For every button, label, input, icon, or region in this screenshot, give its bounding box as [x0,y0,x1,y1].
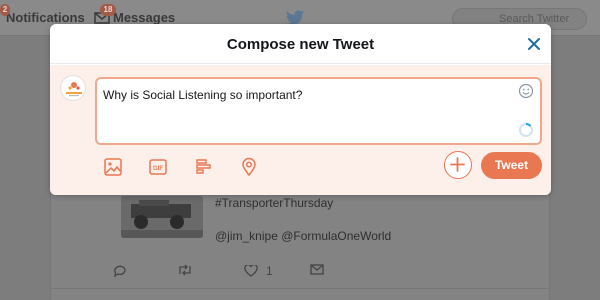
nav-notifications[interactable]: Notifications [6,10,85,25]
tweet-hashtag[interactable]: #TransporterThursday [215,196,333,210]
tweet-mentions[interactable]: @jim_knipe @FormulaOneWorld [215,229,391,243]
tweet-button[interactable]: Tweet [481,152,542,179]
share-action[interactable] [310,264,324,275]
tweet-media-thumbnail[interactable] [121,196,203,238]
notifications-badge: 2 [0,4,10,16]
notifications-label: Notifications [6,10,85,25]
avatar [60,75,86,101]
messages-label: Messages [113,10,176,25]
feed-divider [50,288,550,289]
retweet-icon [179,264,191,276]
like-action[interactable]: 1 [244,264,273,278]
heart-icon [244,265,258,277]
retweet-action[interactable] [177,264,193,276]
compose-tweet-modal: Compose new Tweet Why is Social Listenin… [50,24,551,195]
tweet-text-field[interactable]: Why is Social Listening so important? [95,77,542,145]
location-icon[interactable] [239,157,259,177]
poll-icon[interactable] [194,157,214,177]
like-count: 1 [266,264,273,278]
vehicle-photo-image [121,196,203,238]
character-count-ring-icon [519,122,533,137]
add-tweet-button[interactable] [444,151,472,179]
emoji-icon[interactable] [518,83,534,99]
compose-area: Why is Social Listening so important? GI… [50,65,551,195]
close-icon[interactable] [525,35,543,53]
modal-title: Compose new Tweet [226,36,375,53]
messages-badge: 18 [100,4,116,16]
gif-icon[interactable]: GIF [148,157,168,177]
svg-text:GIF: GIF [153,166,163,172]
tweet-text: Why is Social Listening so important? [103,88,303,102]
modal-header: Compose new Tweet [50,24,551,64]
reply-icon [114,265,126,277]
plus-icon [450,157,465,172]
image-icon[interactable] [103,157,123,177]
mail-icon [310,264,324,275]
brand-logo-icon [66,82,82,97]
reply-action[interactable] [113,264,127,277]
